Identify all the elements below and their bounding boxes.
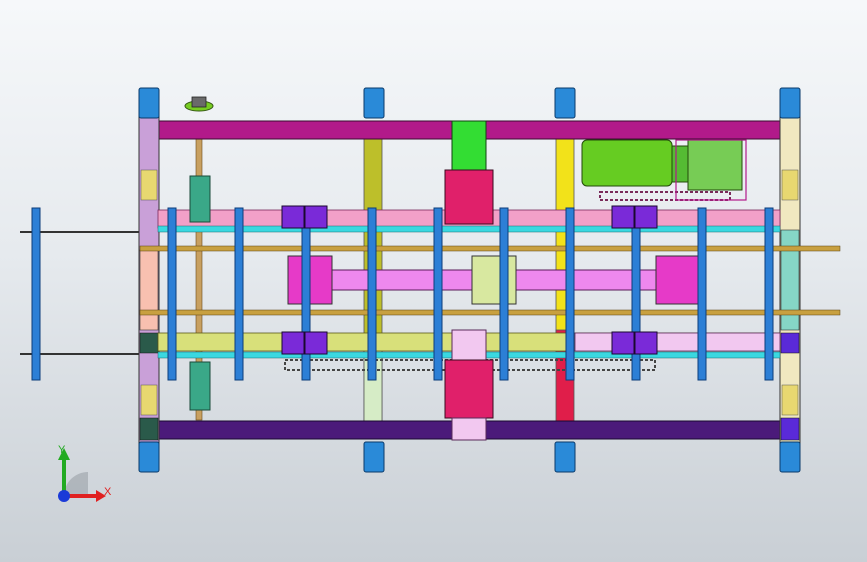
left-block-teal-bottom [189, 361, 211, 411]
conveyor-roller [234, 207, 244, 381]
bearing-block [281, 331, 305, 355]
bearing-block [281, 205, 305, 229]
x-axis-label: X [104, 486, 112, 498]
conveyor-roller [764, 207, 774, 381]
bearing-block [611, 205, 635, 229]
conveyor-roller [167, 207, 177, 381]
bearing-block [304, 205, 328, 229]
conveyor-roller [565, 207, 575, 381]
bearing-block [634, 205, 658, 229]
conveyor-roller [433, 207, 443, 381]
conveyor-assembly-model[interactable] [0, 0, 867, 562]
cad-viewport[interactable]: Y X [0, 0, 867, 562]
bearing-block [611, 331, 635, 355]
triad-graphic [58, 448, 106, 502]
hand-wheel [184, 96, 214, 112]
coordinate-triad: Y X [40, 438, 120, 518]
center-block-right [655, 255, 701, 305]
bearing-block [304, 331, 328, 355]
lift-block-bottom [444, 329, 494, 441]
center-block-mid [471, 255, 517, 305]
conveyor-roller [697, 207, 707, 381]
bearing-block [634, 331, 658, 355]
lift-block-top [444, 120, 494, 225]
guide-rail-lower-right [574, 332, 781, 352]
extension-rods [20, 207, 140, 381]
conveyor-roller [367, 207, 377, 381]
guide-rail-upper-strip [157, 225, 781, 233]
y-axis-label: Y [58, 444, 66, 456]
conveyor-roller [499, 207, 509, 381]
left-block-teal-top [189, 175, 211, 223]
